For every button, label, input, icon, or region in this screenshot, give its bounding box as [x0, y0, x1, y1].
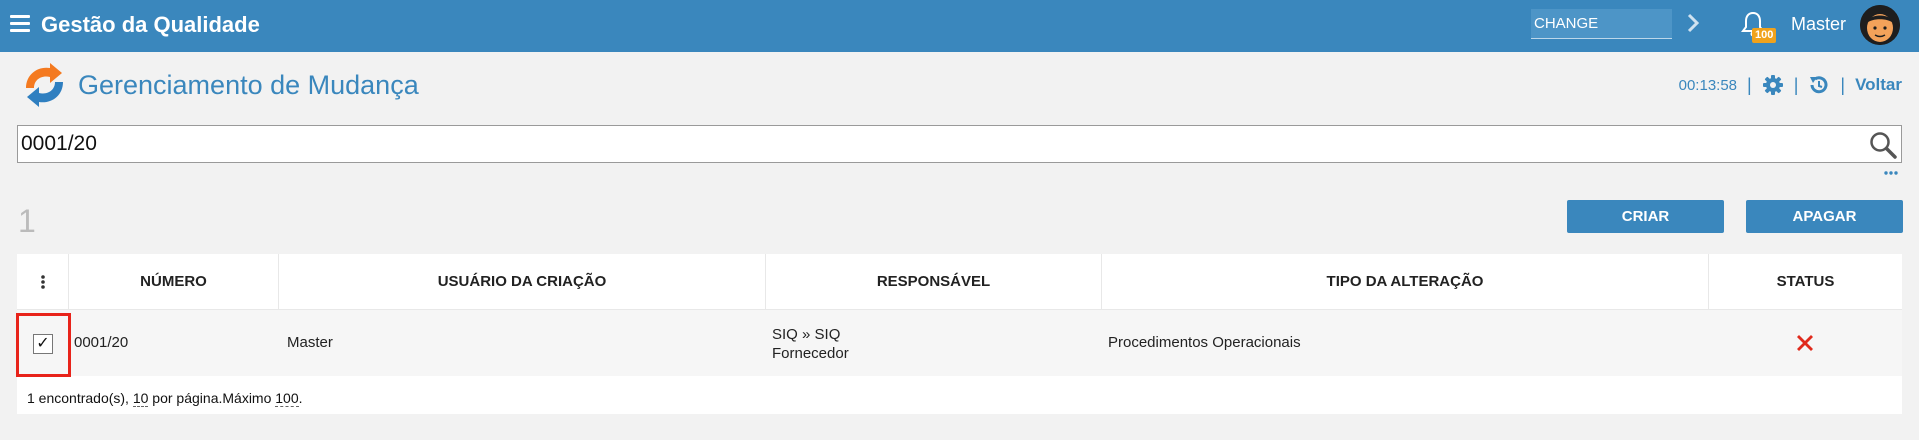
cell-responsavel-line1: SIQ » SIQ — [772, 326, 841, 343]
result-count: 1 — [18, 203, 36, 239]
results-table: NÚMERO USUÁRIO DA CRIAÇÃO RESPONSÁVEL TI… — [17, 254, 1902, 414]
per-page-text: por página.Máximo — [148, 390, 276, 406]
gear-icon[interactable] — [1762, 74, 1784, 96]
divider: | — [1747, 74, 1752, 95]
menu-icon[interactable] — [10, 15, 30, 33]
status-red-x-icon — [1797, 335, 1813, 351]
vertical-dots-icon — [40, 275, 45, 289]
search-box — [17, 125, 1902, 163]
create-button[interactable]: CRIAR — [1567, 200, 1724, 233]
page-title: Gerenciamento de Mudança — [78, 70, 419, 100]
notification-badge: 100 — [1752, 28, 1777, 43]
history-icon[interactable] — [1808, 74, 1830, 96]
change-logo-icon — [26, 63, 63, 107]
column-header-usuario[interactable]: USUÁRIO DA CRIAÇÃO — [278, 254, 765, 310]
column-header-responsavel[interactable]: RESPONSÁVEL — [765, 254, 1101, 310]
app-title: Gestão da Qualidade — [41, 12, 260, 37]
header-tools: 00:13:58 | | | Voltar — [1679, 74, 1902, 96]
table-row[interactable]: 0001/20 Master SIQ » SIQ Fornecedor Proc… — [17, 310, 1902, 376]
module-selector-input[interactable] — [1531, 9, 1672, 39]
chevron-right-icon[interactable] — [1686, 12, 1700, 34]
found-text: 1 encontrado(s), — [27, 390, 133, 406]
cell-usuario: Master — [287, 334, 333, 351]
session-timer: 00:13:58 — [1678, 76, 1738, 94]
divider: | — [1840, 74, 1846, 95]
table-header: NÚMERO USUÁRIO DA CRIAÇÃO RESPONSÁVEL TI… — [17, 254, 1902, 310]
row-checkbox[interactable]: ✓ — [33, 334, 53, 354]
cell-numero: 0001/20 — [74, 334, 129, 351]
search-input[interactable] — [21, 130, 1851, 158]
more-options-icon[interactable] — [1883, 170, 1899, 176]
avatar[interactable] — [1860, 5, 1900, 45]
column-menu-button[interactable] — [17, 254, 68, 310]
cell-tipo: Procedimentos Operacionais — [1108, 334, 1301, 351]
table-footer: 1 encontrado(s), 10 por página.Máximo 10… — [27, 390, 303, 407]
column-header-tipo[interactable]: TIPO DA ALTERAÇÃO — [1101, 254, 1708, 310]
search-icon[interactable] — [1869, 131, 1897, 159]
back-link[interactable]: Voltar — [1855, 75, 1902, 95]
top-bar: Gestão da Qualidade 100 Master — [0, 0, 1919, 52]
delete-button[interactable]: APAGAR — [1746, 200, 1903, 233]
divider: | — [1793, 74, 1799, 95]
username[interactable]: Master — [1791, 14, 1846, 35]
per-page-selector[interactable]: 10 — [132, 390, 149, 407]
footer-end: . — [298, 390, 303, 406]
column-header-status[interactable]: STATUS — [1708, 254, 1902, 310]
column-header-numero[interactable]: NÚMERO — [68, 254, 278, 310]
max-selector[interactable]: 100 — [275, 390, 299, 407]
cell-responsavel-line2: Fornecedor — [772, 345, 849, 362]
